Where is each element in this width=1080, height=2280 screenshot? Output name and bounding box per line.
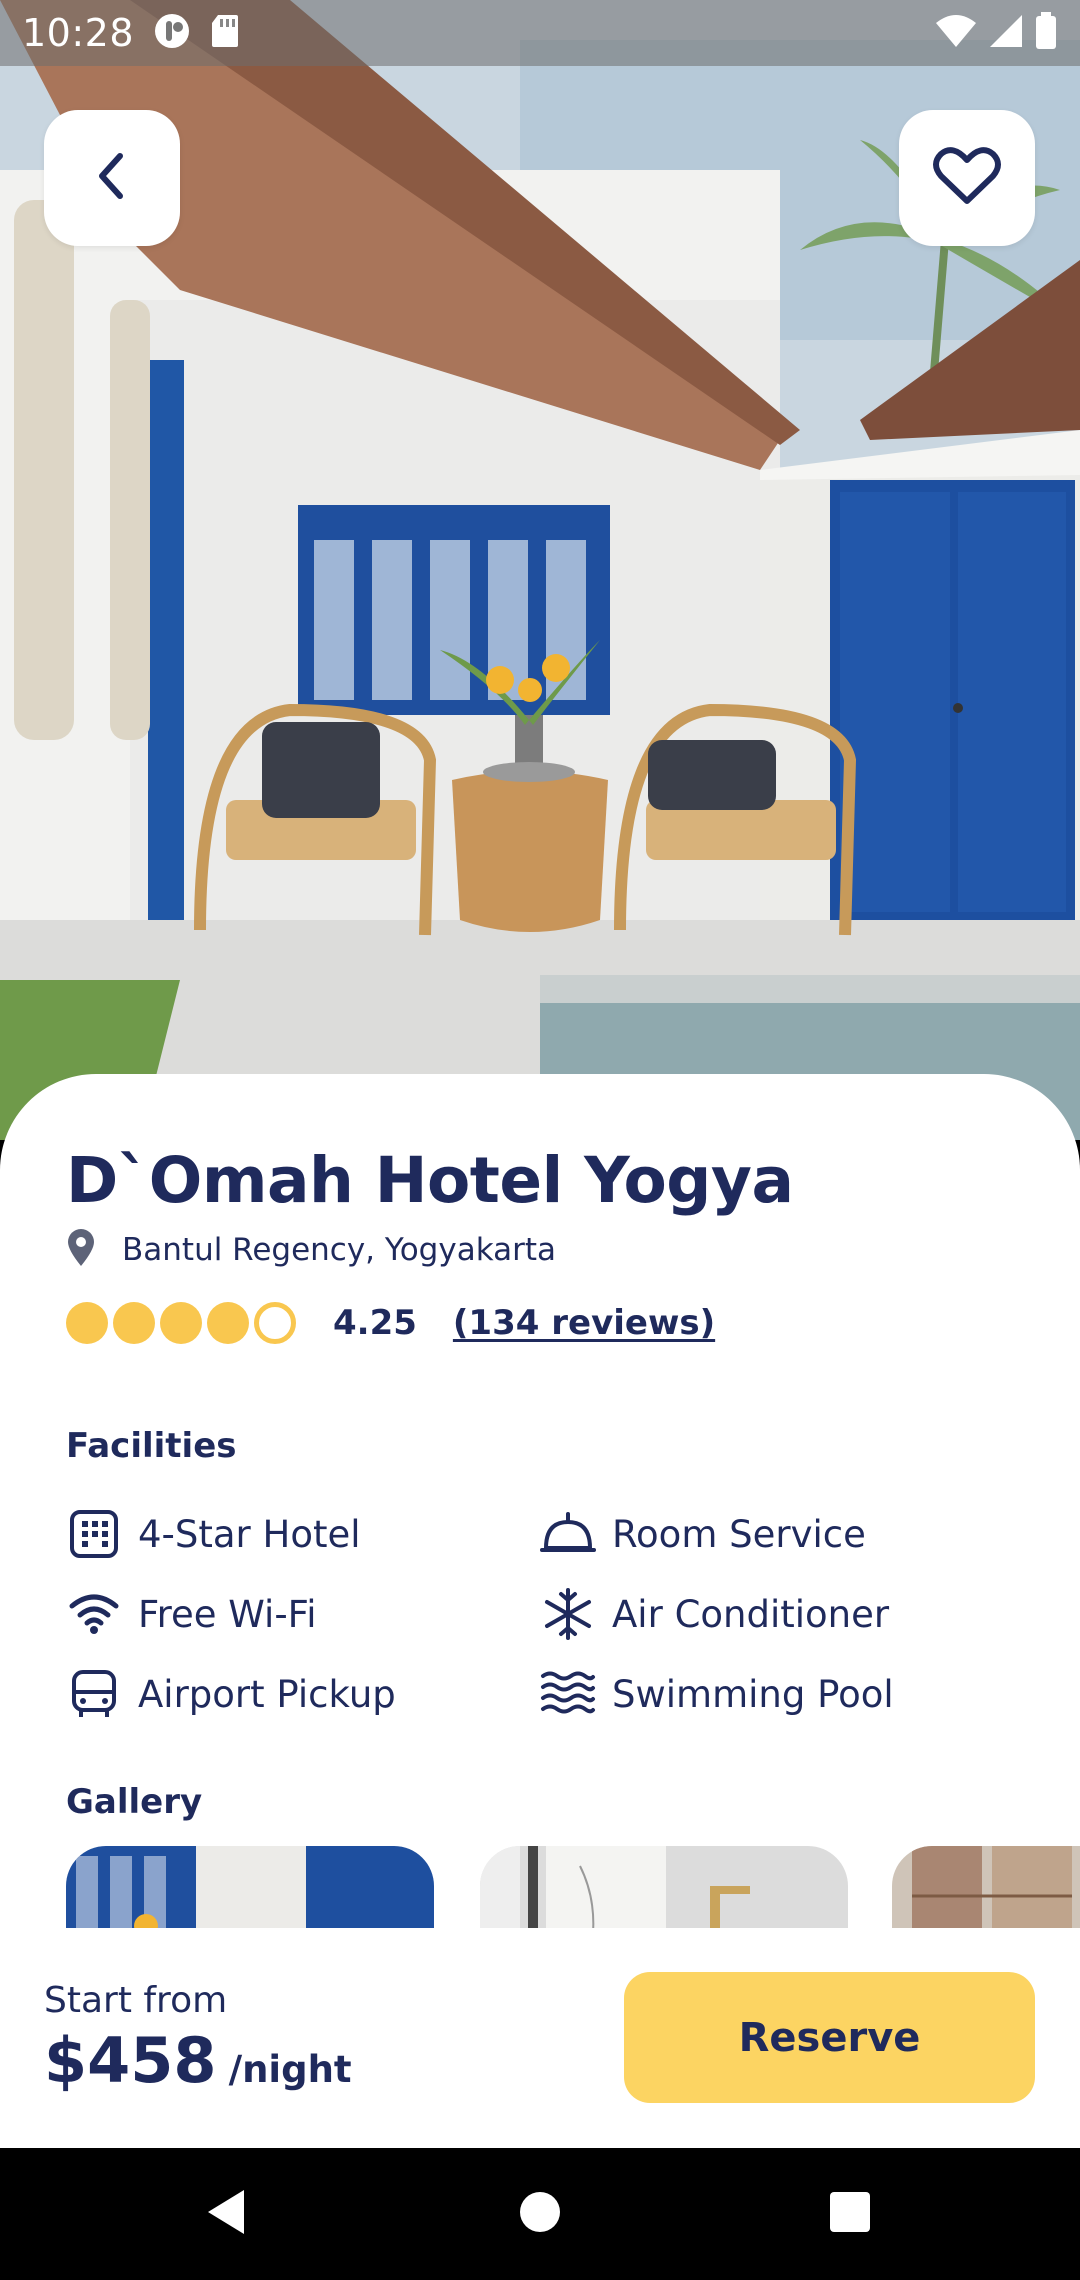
facility-label: Swimming Pool bbox=[612, 1672, 894, 1716]
system-nav-bar bbox=[0, 2148, 1080, 2280]
back-button[interactable] bbox=[44, 110, 180, 246]
facility-label: Free Wi-Fi bbox=[138, 1592, 317, 1636]
rating-row: 4.25 (134 reviews) bbox=[66, 1302, 715, 1344]
facility-item: Free Wi-Fi bbox=[66, 1586, 317, 1642]
battery-icon bbox=[1034, 12, 1058, 54]
nav-back-icon bbox=[204, 2188, 248, 2240]
favorite-button[interactable] bbox=[899, 110, 1035, 246]
facilities-title: Facilities bbox=[66, 1426, 237, 1466]
facility-item: Swimming Pool bbox=[540, 1666, 894, 1722]
facility-label: Airport Pickup bbox=[138, 1672, 396, 1716]
nav-recents-button[interactable] bbox=[770, 2148, 930, 2280]
rating-star-icon bbox=[113, 1302, 155, 1344]
reserve-button[interactable]: Reserve bbox=[624, 1972, 1035, 2103]
nav-recents-icon bbox=[829, 2191, 871, 2237]
rating-star-icon bbox=[66, 1302, 108, 1344]
waves-icon bbox=[540, 1666, 596, 1722]
map-pin-icon bbox=[66, 1228, 96, 1272]
building-icon bbox=[66, 1506, 122, 1562]
rating-star-empty-icon bbox=[254, 1302, 296, 1344]
rating-star-icon bbox=[207, 1302, 249, 1344]
status-time: 10:28 bbox=[22, 11, 135, 55]
bus-icon bbox=[66, 1666, 122, 1722]
facility-label: Room Service bbox=[612, 1512, 866, 1556]
reviews-link[interactable]: (134 reviews) bbox=[453, 1303, 715, 1343]
hotel-location: Bantul Regency, Yogyakarta bbox=[122, 1232, 556, 1268]
location-row: Bantul Regency, Yogyakarta bbox=[66, 1228, 556, 1272]
booking-bar: Start from $458 /night Reserve bbox=[0, 1928, 1080, 2148]
rating-star-icon bbox=[160, 1302, 202, 1344]
status-bar: 10:28 bbox=[0, 0, 1080, 66]
wifi-icon bbox=[934, 13, 978, 53]
facility-item: 4-Star Hotel bbox=[66, 1506, 361, 1562]
price: $458 bbox=[44, 2024, 217, 2097]
rating-value: 4.25 bbox=[333, 1303, 417, 1343]
per-night-label: /night bbox=[228, 2048, 352, 2091]
facility-item: Air Conditioner bbox=[540, 1586, 889, 1642]
facility-item: Room Service bbox=[540, 1506, 866, 1562]
sd-card-icon bbox=[210, 13, 240, 53]
hotel-name: D`Omah Hotel Yogya bbox=[66, 1144, 794, 1217]
facility-label: Air Conditioner bbox=[612, 1592, 890, 1636]
app-notification-icon bbox=[152, 11, 192, 55]
start-from-label: Start from bbox=[44, 1980, 228, 2021]
gallery-title: Gallery bbox=[66, 1782, 203, 1822]
nav-home-button[interactable] bbox=[460, 2148, 620, 2280]
heart-outline-icon bbox=[933, 146, 1001, 210]
cloche-icon bbox=[540, 1506, 596, 1562]
cellular-signal-icon bbox=[988, 13, 1024, 53]
facility-item: Airport Pickup bbox=[66, 1666, 396, 1722]
chevron-left-icon bbox=[92, 148, 132, 208]
price-row: $458 /night bbox=[44, 2024, 352, 2097]
nav-back-button[interactable] bbox=[146, 2148, 306, 2280]
nav-home-icon bbox=[518, 2190, 562, 2238]
snowflake-icon bbox=[540, 1586, 596, 1642]
facility-label: 4-Star Hotel bbox=[138, 1512, 361, 1556]
wifi-icon bbox=[66, 1586, 122, 1642]
